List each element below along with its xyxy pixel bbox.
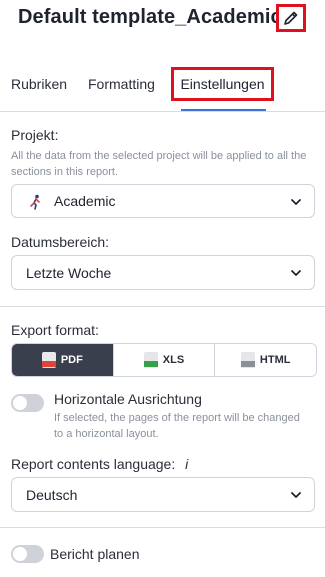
export-html-button[interactable]: HTML — [215, 344, 316, 376]
chevron-down-icon — [291, 492, 301, 498]
language-label: Report contents language: i — [11, 456, 188, 472]
tab-einstellungen[interactable]: Einstellungen — [171, 67, 274, 101]
date-range-label: Datumsbereich: — [11, 234, 110, 250]
xls-file-icon — [143, 352, 158, 368]
date-range-select[interactable]: Letzte Woche — [11, 255, 315, 290]
language-select[interactable]: Deutsch — [11, 477, 315, 512]
export-pdf-label: PDF — [60, 354, 83, 366]
schedule-report-label: Bericht planen — [50, 546, 140, 562]
export-html-label: HTML — [259, 354, 291, 366]
chevron-down-icon — [291, 199, 301, 205]
language-label-text: Report contents language: — [11, 456, 176, 472]
pencil-icon — [284, 11, 298, 25]
toggle-knob — [13, 396, 27, 410]
chevron-down-icon — [291, 270, 301, 276]
section-divider — [0, 306, 325, 307]
tab-rubriken[interactable]: Rubriken — [11, 76, 67, 92]
export-xls-button[interactable]: XLS — [113, 344, 216, 376]
info-icon[interactable]: i — [185, 456, 188, 472]
edit-title-button[interactable] — [276, 4, 306, 32]
export-format-segmented: PDF XLS HTML — [11, 343, 317, 377]
project-select[interactable]: Academic — [11, 184, 315, 218]
html-file-icon — [240, 352, 255, 368]
horizontal-orientation-label: Horizontale Ausrichtung — [54, 391, 202, 407]
runner-icon — [30, 194, 40, 210]
export-pdf-button[interactable]: PDF — [12, 344, 114, 376]
horizontal-orientation-toggle[interactable] — [11, 394, 44, 412]
schedule-report-toggle[interactable] — [11, 545, 44, 563]
tab-formatting[interactable]: Formatting — [88, 76, 155, 92]
export-xls-label: XLS — [162, 354, 185, 366]
project-label: Projekt: — [11, 127, 59, 143]
language-value: Deutsch — [26, 486, 78, 503]
project-hint: All the data from the selected project w… — [11, 150, 307, 178]
active-tab-indicator — [181, 109, 266, 111]
date-range-value: Letzte Woche — [26, 264, 112, 281]
section-divider — [0, 527, 325, 528]
project-value: Academic — [54, 193, 116, 209]
header: Default template_Academic — [0, 0, 325, 40]
page-title: Default template_Academic — [18, 6, 282, 28]
horizontal-orientation-hint: If selected, the pages of the report wil… — [54, 412, 300, 440]
pdf-file-icon — [41, 352, 56, 368]
toggle-knob — [13, 547, 27, 561]
export-format-label: Export format: — [11, 322, 99, 338]
